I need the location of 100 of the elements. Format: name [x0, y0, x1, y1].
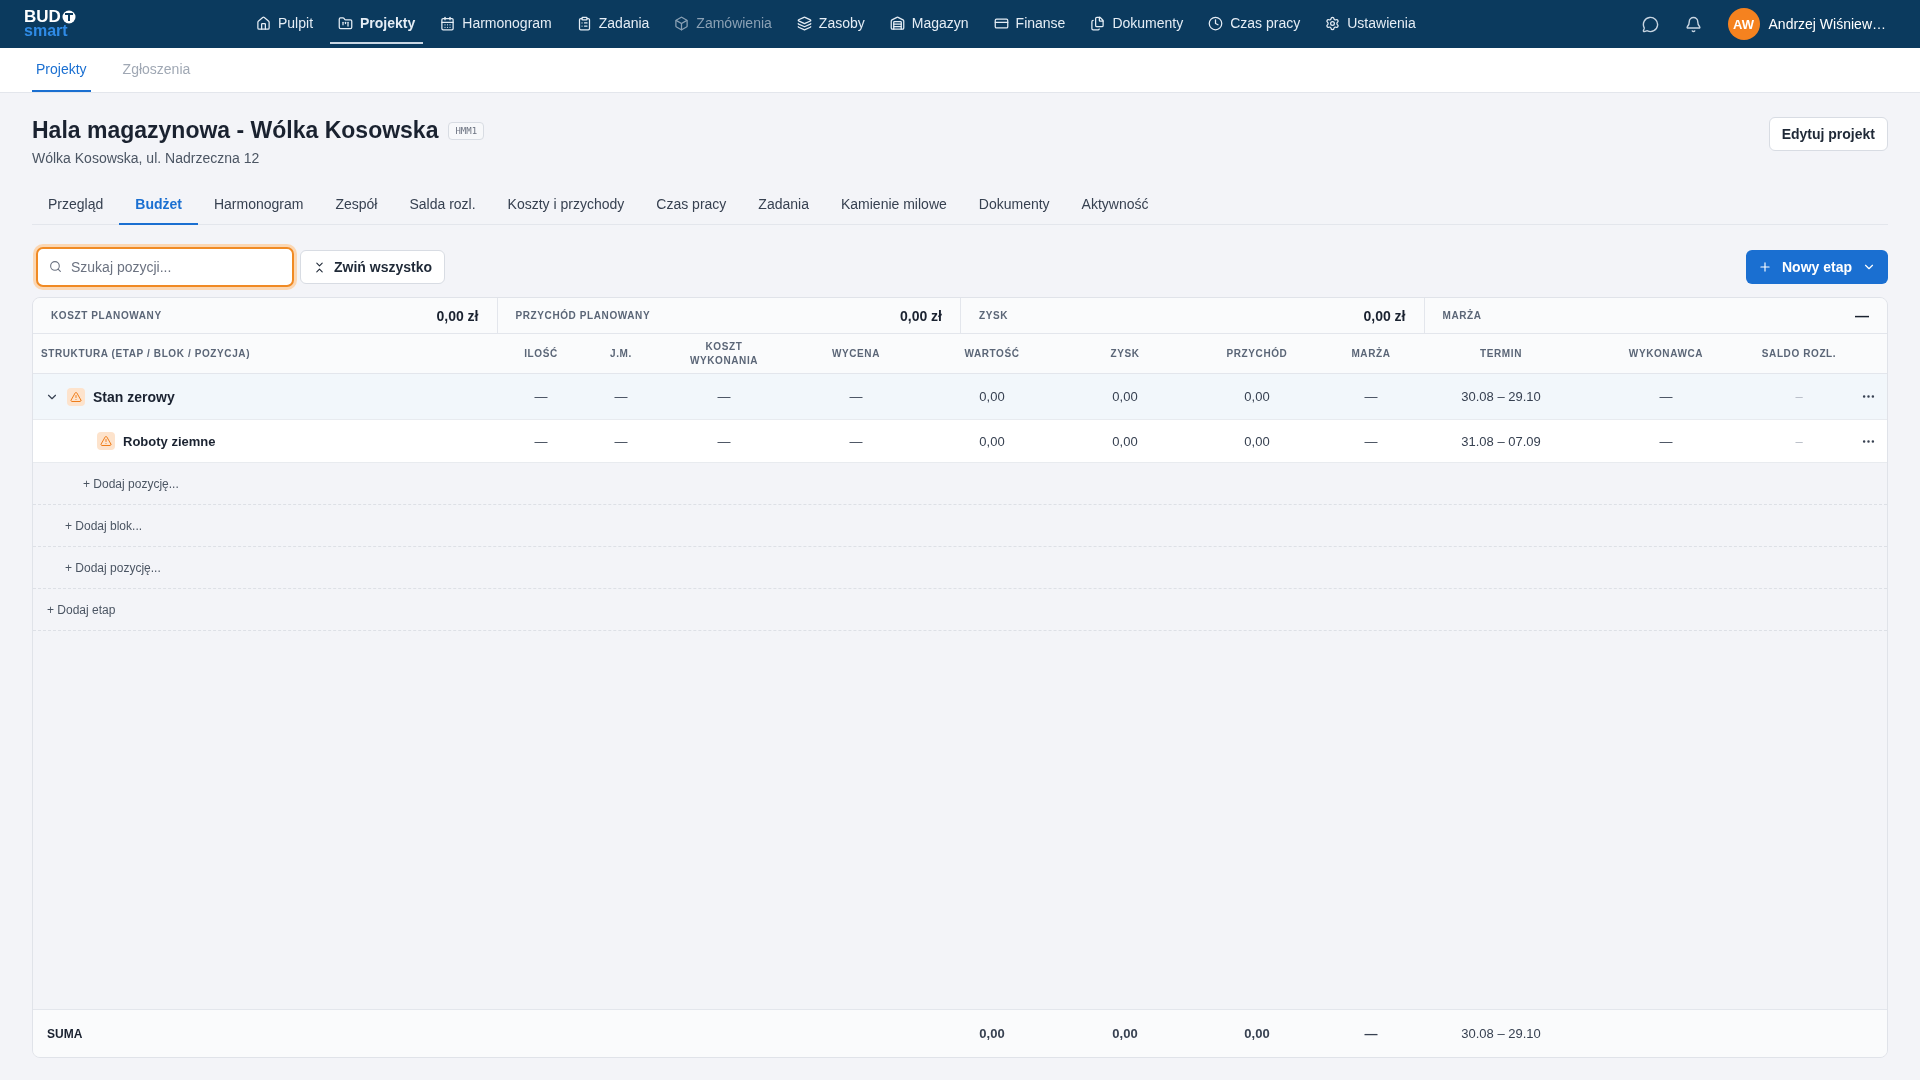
clipboard-icon	[576, 15, 592, 31]
add-link[interactable]: + Dodaj pozycję...	[65, 560, 161, 575]
nav-item[interactable]: Magazyn	[881, 4, 977, 44]
column-header: STRUKTURA (ETAP / BLOK / POZYCJA)	[40, 346, 252, 361]
plus-icon	[1758, 260, 1772, 274]
table-cell-text: —	[1658, 433, 1674, 449]
summary-label: ZYSK	[979, 310, 1009, 321]
tab[interactable]: Przegląd	[32, 186, 120, 225]
summary-value: 0,00 zł	[436, 307, 479, 324]
table-cell-text: –	[1794, 433, 1804, 449]
project-title: Hala magazynowa - Wólka Kosowska	[32, 117, 439, 144]
new-stage-button[interactable]: Nowy etap	[1746, 250, 1888, 284]
table-cell-text: —	[848, 433, 864, 449]
search-icon	[49, 260, 62, 273]
column-header: WARTOŚĆ	[963, 346, 1021, 361]
total-cell-text: —	[1363, 1026, 1379, 1041]
stage-name: Stan zerowy	[93, 388, 175, 405]
house-icon	[256, 15, 271, 31]
tab[interactable]: Harmonogram	[197, 186, 320, 225]
table-cell-text: —	[1363, 433, 1379, 449]
box-icon	[674, 15, 690, 31]
column-header: WYKONAWCA	[1627, 346, 1705, 361]
tab[interactable]: Budżet	[119, 186, 198, 225]
table-cell-text: —	[533, 433, 549, 449]
column-header: SALDO ROZL.	[1760, 346, 1838, 361]
tab[interactable]: Kamienie milowe	[824, 186, 963, 225]
tab[interactable]: Aktywność	[1065, 186, 1165, 225]
table-cell-text: 0,00	[1243, 389, 1271, 404]
nav-item[interactable]: Pulpit	[248, 4, 322, 44]
nav-item[interactable]: Harmonogram	[432, 4, 560, 44]
collapse-icon	[313, 260, 326, 274]
column-header: MARŻA	[1350, 346, 1392, 361]
summary-label: PRZYCHÓD PLANOWANY	[515, 310, 651, 321]
total-cell-text: 0,00	[1111, 1026, 1139, 1041]
files-icon	[1090, 15, 1106, 31]
building-icon	[889, 15, 905, 31]
table-cell-text: —	[1658, 389, 1674, 404]
card-icon	[993, 15, 1009, 31]
table-cell-text: 0,00	[978, 389, 1006, 404]
total-label: SUMA	[46, 1026, 84, 1041]
summary-value: 0,00 zł	[1363, 307, 1406, 324]
column-header: ILOŚĆ	[523, 346, 559, 361]
nav-item[interactable]: Zasoby	[788, 4, 873, 44]
table-cell-text: 30.08 – 29.10	[1460, 389, 1542, 404]
bell-icon[interactable]	[1684, 15, 1702, 33]
nav-item[interactable]: Projekty	[330, 4, 424, 44]
table-cell-text: 0,00	[1111, 389, 1139, 404]
table-cell-text: 0,00	[1243, 433, 1271, 449]
table-cell-text: 31.08 – 07.09	[1460, 433, 1542, 449]
layers-icon	[796, 15, 812, 31]
column-header: PRZYCHÓD	[1225, 346, 1289, 361]
search-field[interactable]: Szukaj pozycji...	[36, 247, 294, 287]
table-cell-text: —	[613, 433, 629, 449]
table-cell-text: —	[848, 389, 864, 404]
project-code: HMM1	[448, 121, 485, 140]
table-cell-text: —	[613, 389, 629, 404]
nav-item[interactable]: Ustawienia	[1317, 4, 1424, 44]
project-address: Wólka Kosowska, ul. Nadrzeczna 12	[32, 150, 261, 166]
warning-icon	[67, 387, 85, 406]
column-header: ZYSK	[1109, 346, 1141, 361]
column-header: KOSZT WYKONANIA	[688, 340, 760, 367]
tab[interactable]: Zadania	[742, 186, 825, 225]
nav-item[interactable]: Finanse	[985, 4, 1074, 44]
add-link[interactable]: + Dodaj blok...	[65, 518, 143, 533]
tab[interactable]: Czas pracy	[640, 186, 743, 225]
summary-label: MARŻA	[1442, 310, 1482, 321]
nav-item[interactable]: Zadania	[568, 4, 658, 44]
tab[interactable]: Zespół	[319, 186, 394, 225]
user-name[interactable]: Andrzej Wiśniew…	[1768, 16, 1886, 32]
table-cell-text: —	[716, 433, 732, 449]
calendar-icon	[440, 15, 456, 31]
total-cell-text: 0,00	[1243, 1026, 1271, 1041]
table-cell-text: 0,00	[1111, 433, 1139, 449]
add-link[interactable]: + Dodaj pozycję...	[83, 476, 179, 491]
column-header: WYCENA	[830, 346, 881, 361]
summary-value: 0,00 zł	[899, 307, 942, 324]
settings-icon	[1325, 15, 1341, 31]
add-link[interactable]: + Dodaj etap	[47, 602, 116, 617]
total-cell-text: 0,00	[978, 1026, 1006, 1041]
tab[interactable]: Dokumenty	[962, 186, 1066, 225]
tab[interactable]: Salda rozl.	[393, 186, 492, 225]
total-cell-text: 30.08 – 29.10	[1460, 1026, 1542, 1041]
logo[interactable]: BUD smart	[24, 10, 248, 38]
chat-icon[interactable]	[1641, 15, 1659, 33]
tab[interactable]: Koszty i przychody	[491, 186, 641, 225]
column-header: TERMIN	[1479, 346, 1523, 361]
edit-project-button[interactable]: Edytuj projekt	[1768, 117, 1888, 151]
warning-icon	[97, 432, 115, 450]
table-cell-text: —	[716, 389, 732, 404]
summary-label: KOSZT PLANOWANY	[51, 310, 162, 321]
summary-value: —	[1855, 307, 1869, 324]
subtab[interactable]: Projekty	[32, 48, 91, 92]
collapse-all-button[interactable]: Zwiń wszystko	[300, 250, 446, 284]
nav-item[interactable]: Czas pracy	[1200, 4, 1309, 44]
folder-icon	[338, 15, 354, 31]
block-name: Roboty ziemne	[123, 433, 216, 449]
table-cell-text: 0,00	[978, 433, 1006, 449]
column-header: J.M.	[609, 346, 633, 361]
nav-item[interactable]: Dokumenty	[1082, 4, 1192, 44]
clock-icon	[1208, 15, 1224, 31]
